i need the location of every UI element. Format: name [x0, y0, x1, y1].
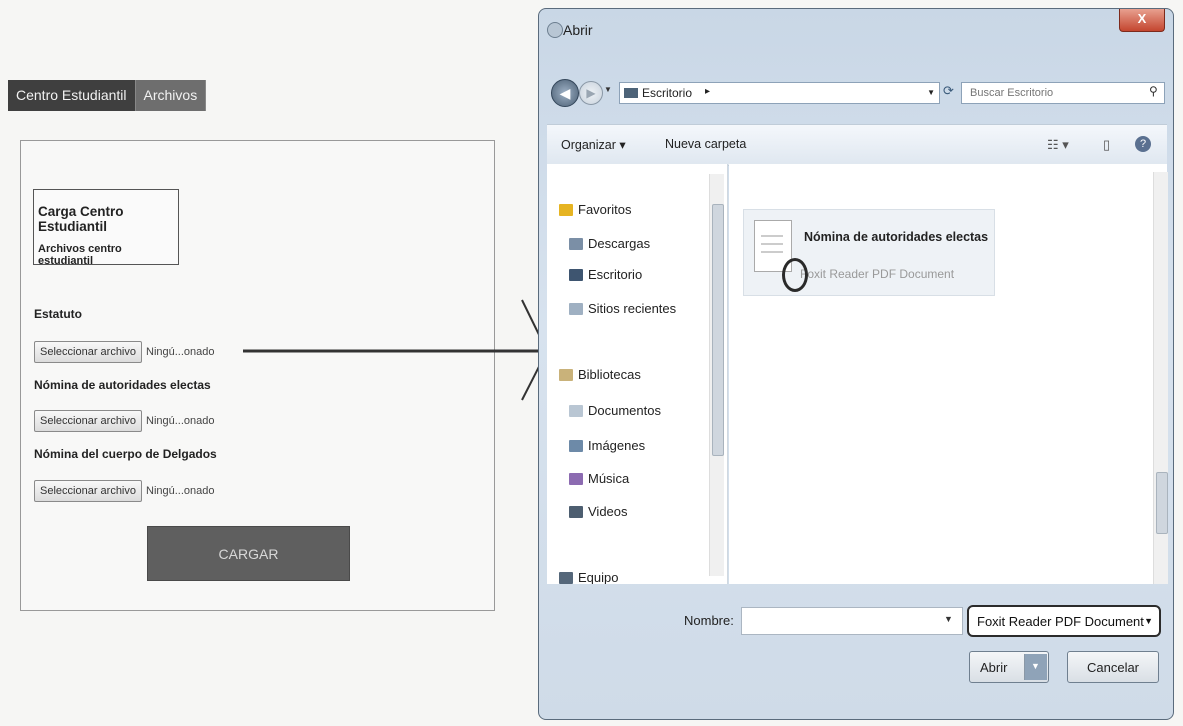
- filename-dropdown-icon[interactable]: ▼: [944, 614, 953, 624]
- nav-entry-musica[interactable]: Música: [569, 471, 629, 486]
- file-list-pane: Nómina de autoridades electas Foxit Read…: [729, 164, 1168, 584]
- preview-pane-icon[interactable]: ▯: [1103, 137, 1110, 153]
- desktop-folder-icon: [624, 88, 638, 98]
- chevron-down-icon: ▼: [1031, 661, 1040, 671]
- nav-entry-label: Favoritos: [578, 202, 632, 217]
- field-label-autoridades: Nómina de autoridades electas: [34, 378, 211, 392]
- nav-entry-descargas[interactable]: Descargas: [569, 236, 650, 251]
- back-button[interactable]: ◀: [551, 79, 579, 107]
- nav-entry-videos[interactable]: Videos: [569, 504, 628, 519]
- nav-entry-favoritos[interactable]: Favoritos: [559, 202, 631, 217]
- navigation-pane: Favoritos Descargas Escritorio Sitios re…: [547, 164, 728, 584]
- close-button[interactable]: X: [1119, 9, 1165, 32]
- cargar-button[interactable]: CARGAR: [147, 526, 350, 581]
- nav-entry-equipo[interactable]: Equipo: [559, 570, 618, 584]
- cancel-button[interactable]: Cancelar: [1067, 651, 1159, 683]
- nav-entry-label: Escritorio: [588, 267, 643, 282]
- file-row-estatuto: Seleccionar archivo Ningú...onado: [34, 341, 215, 363]
- view-options-icon[interactable]: ☷ ▾: [1047, 137, 1069, 153]
- select-file-button-autoridades[interactable]: Seleccionar archivo: [34, 410, 142, 432]
- library-icon: [559, 368, 573, 381]
- app-icon: [547, 22, 563, 38]
- nav-entry-escritorio[interactable]: Escritorio: [569, 267, 642, 282]
- organize-menu[interactable]: Organizar ▾: [561, 137, 626, 152]
- chevron-down-icon: ▼: [1144, 616, 1153, 626]
- nav-entry-label: Documentos: [588, 403, 661, 418]
- address-bar[interactable]: Escritorio ▸ ▼: [619, 82, 940, 104]
- select-file-button-estatuto[interactable]: Seleccionar archivo: [34, 341, 142, 363]
- nav-item-archivos[interactable]: Archivos: [135, 80, 207, 111]
- form-title: Carga Centro Estudiantil: [38, 204, 124, 234]
- nav-entry-documentos[interactable]: Documentos: [569, 403, 661, 418]
- nav-entry-label: Imágenes: [588, 438, 646, 453]
- filename-label: Nombre:: [684, 613, 734, 628]
- top-navbar: Centro Estudiantil Archivos: [8, 80, 207, 111]
- upload-panel: Carga Centro Estudiantil Archivos centro…: [20, 140, 495, 611]
- document-icon: [569, 404, 583, 417]
- nav-item-centro-estudiantil[interactable]: Centro Estudiantil: [8, 80, 136, 111]
- filename-input[interactable]: [741, 607, 963, 635]
- field-label-delegados: Nómina del cuerpo de Delgados: [34, 447, 217, 461]
- open-button-label: Abrir: [980, 659, 1008, 675]
- search-icon[interactable]: ⚲: [1149, 84, 1158, 98]
- desktop-icon: [569, 268, 583, 281]
- open-button[interactable]: Abrir ▼: [969, 651, 1049, 683]
- address-text: Escritorio: [642, 86, 693, 100]
- file-pane-scrollbar[interactable]: [1153, 172, 1168, 584]
- nav-entry-label: Descargas: [588, 236, 651, 251]
- computer-icon: [559, 571, 573, 584]
- nav-entry-sitios-recientes[interactable]: Sitios recientes: [569, 301, 676, 316]
- open-split-dropdown[interactable]: ▼: [1024, 654, 1047, 680]
- music-icon: [569, 472, 583, 485]
- address-separator-icon[interactable]: ▸: [705, 86, 710, 97]
- help-icon[interactable]: ?: [1135, 136, 1151, 152]
- image-icon: [569, 439, 583, 452]
- file-type: Foxit Reader PDF Document: [800, 267, 955, 281]
- refresh-icon[interactable]: ⟳: [943, 83, 954, 99]
- star-icon: [559, 203, 573, 216]
- history-dropdown-icon[interactable]: ▼: [604, 85, 612, 94]
- nav-entry-label: Equipo: [578, 570, 619, 584]
- file-pane-scroll-thumb[interactable]: [1156, 472, 1168, 534]
- file-row-autoridades: Seleccionar archivo Ningú...onado: [34, 410, 215, 432]
- forward-arrow-icon: ▶: [586, 86, 596, 100]
- select-file-button-delegados[interactable]: Seleccionar archivo: [34, 480, 142, 502]
- video-icon: [569, 505, 583, 518]
- nav-entry-label: Sitios recientes: [588, 301, 677, 316]
- form-title-box: Carga Centro Estudiantil Archivos centro…: [33, 189, 179, 267]
- search-input[interactable]: [961, 82, 1165, 104]
- forward-button[interactable]: ▶: [579, 81, 603, 105]
- address-dropdown-icon[interactable]: ▼: [927, 88, 935, 97]
- file-type-filter-value: Foxit Reader PDF Document: [977, 614, 1144, 629]
- file-status-estatuto: Ningú...onado: [146, 346, 215, 358]
- open-file-dialog: Abrir X ◀ ▶ ▼ Escritorio ▸ ▼ ⟳ ⚲ Organiz…: [538, 8, 1174, 720]
- file-status-autoridades: Ningú...onado: [146, 415, 215, 427]
- nav-entry-label: Música: [588, 471, 630, 486]
- nav-entry-bibliotecas[interactable]: Bibliotecas: [559, 367, 641, 382]
- file-row-delegados: Seleccionar archivo Ningú...onado: [34, 480, 215, 502]
- file-item[interactable]: Nómina de autoridades electas Foxit Read…: [743, 209, 995, 296]
- back-arrow-icon: ◀: [559, 85, 571, 101]
- file-type-filter-select[interactable]: Foxit Reader PDF Document ▼: [967, 605, 1161, 637]
- nav-entry-label: Videos: [588, 504, 628, 519]
- file-status-delegados: Ningú...onado: [146, 485, 215, 497]
- field-label-estatuto: Estatuto: [34, 307, 82, 321]
- nav-pane-scroll-thumb[interactable]: [712, 204, 724, 456]
- recent-icon: [569, 302, 583, 315]
- dialog-title: Abrir: [563, 22, 593, 38]
- nav-pane-scrollbar[interactable]: [709, 174, 724, 576]
- form-subtitle: Archivos centro estudiantil: [38, 243, 122, 267]
- new-folder-button[interactable]: Nueva carpeta: [665, 137, 746, 151]
- download-icon: [569, 237, 583, 250]
- nav-entry-label: Bibliotecas: [578, 367, 641, 382]
- nav-entry-imagenes[interactable]: Imágenes: [569, 438, 645, 453]
- dialog-toolbar: Organizar ▾ Nueva carpeta ☷ ▾ ▯ ?: [547, 124, 1167, 166]
- highlight-circle: [782, 258, 808, 292]
- file-name: Nómina de autoridades electas: [804, 230, 989, 244]
